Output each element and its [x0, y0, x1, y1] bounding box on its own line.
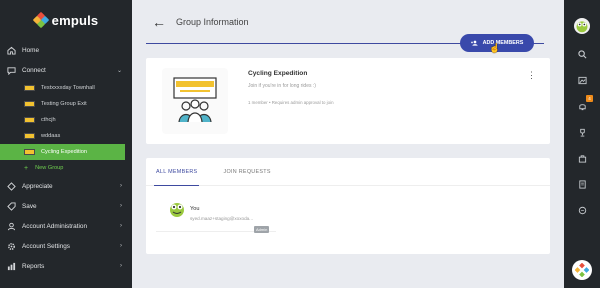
chevron-right-icon: › — [120, 243, 122, 249]
chevron-right-icon: › — [120, 203, 122, 209]
sidebar-item-save[interactable]: Save › — [0, 196, 132, 216]
group-image — [162, 68, 228, 134]
empuls-logo[interactable]: empuls — [32, 11, 99, 29]
reports-icon — [7, 262, 16, 271]
appreciate-icon — [7, 181, 16, 191]
sidebar-group-item[interactable]: Testxxxxday Townhall — [0, 80, 132, 96]
group-description: Join if you're in for long rides :) — [248, 83, 316, 89]
group-thumbnail-icon — [24, 101, 35, 107]
member-count: 1 member — [248, 100, 268, 105]
member-tabs: ALL MEMBERS JOIN REQUESTS — [146, 158, 550, 186]
group-label: wddaas — [41, 133, 61, 139]
sidebar-item-account-administration[interactable]: Account Administration › — [0, 216, 132, 236]
sidebar-item-label: Reports — [22, 262, 45, 270]
sidebar-item-label: Home — [22, 46, 40, 54]
shop-icon[interactable] — [576, 152, 588, 164]
sidebar-item-home[interactable]: Home — [0, 40, 132, 60]
group-thumbnail-icon — [24, 149, 35, 155]
hand-cursor-icon: ☝ — [489, 43, 501, 53]
logo-mark-icon — [32, 11, 49, 29]
group-thumbnail-icon — [24, 85, 35, 91]
gear-icon — [7, 242, 16, 251]
sidebar-item-connect[interactable]: Connect ⌄ — [0, 60, 132, 80]
document-icon[interactable] — [576, 178, 588, 190]
group-meta: 1 member • Requires admin approval to jo… — [248, 100, 334, 105]
group-thumbnail-icon — [24, 117, 35, 123]
left-sidebar: empuls Home Connect ⌄ Testxxxxday Townha… — [0, 0, 132, 288]
chat-icon[interactable] — [576, 204, 588, 216]
sidebar-item-account-settings[interactable]: Account Settings › — [0, 236, 132, 256]
trophy-icon[interactable] — [576, 126, 588, 138]
add-user-icon — [470, 40, 478, 46]
group-label: Testxxxxday Townhall — [41, 85, 95, 91]
sidebar-group-item[interactable]: Testing Group Exit — [0, 96, 132, 112]
save-icon — [7, 201, 16, 211]
more-options-icon[interactable]: ⋮ — [527, 70, 536, 81]
new-group-link[interactable]: + New Group — [0, 160, 132, 176]
sidebar-group-item[interactable]: wddaas — [0, 128, 132, 144]
chevron-right-icon: › — [120, 223, 122, 229]
plus-icon: + — [24, 164, 29, 172]
avatar — [168, 200, 186, 223]
admin-badge: Admin — [254, 226, 270, 233]
sidebar-nav: Home Connect ⌄ Testxxxxday Townhall Test… — [0, 40, 132, 276]
group-label: cthcjh — [41, 117, 56, 123]
chevron-right-icon: › — [120, 263, 122, 269]
approval-requirement: Requires admin approval to join — [271, 100, 334, 105]
connect-icon — [7, 66, 16, 75]
sidebar-item-label: Save — [22, 202, 37, 210]
sidebar-item-label: Account Settings — [22, 242, 70, 250]
brand-name: empuls — [51, 12, 99, 28]
notification-badge: 4 — [586, 95, 593, 102]
app-switcher-icon[interactable] — [572, 260, 592, 280]
members-card: ALL MEMBERS JOIN REQUESTS You syed.maaz+… — [146, 158, 550, 254]
back-arrow-icon[interactable]: ← — [152, 14, 166, 30]
user-avatar[interactable] — [574, 18, 590, 34]
tab-all-members[interactable]: ALL MEMBERS — [153, 158, 200, 186]
user-admin-icon — [7, 222, 16, 231]
group-label: Testing Group Exit — [41, 101, 87, 107]
right-rail: 4 — [564, 0, 600, 288]
sidebar-item-appreciate[interactable]: Appreciate › — [0, 176, 132, 196]
group-thumbnail-icon — [24, 133, 35, 139]
sidebar-group-item-active[interactable]: Cycling Expedition — [0, 144, 125, 160]
group-label: New Group — [35, 165, 64, 171]
home-icon — [7, 46, 16, 55]
sidebar-item-label: Connect — [22, 66, 46, 74]
page-title: Group Information — [176, 16, 249, 27]
group-name: Cycling Expedition — [248, 70, 308, 77]
group-info-card: Cycling Expedition Join if you're in for… — [146, 58, 550, 144]
chevron-down-icon: ⌄ — [116, 67, 122, 74]
search-icon[interactable] — [576, 48, 588, 60]
logo-area: empuls — [0, 0, 132, 40]
sidebar-item-label: Appreciate — [22, 182, 53, 190]
group-label: Cycling Expedition — [41, 149, 88, 155]
sidebar-item-label: Account Administration — [22, 222, 88, 230]
image-icon[interactable] — [576, 74, 588, 86]
bell-icon[interactable]: 4 — [576, 95, 593, 112]
sidebar-item-reports[interactable]: Reports › — [0, 256, 132, 276]
member-name: You — [190, 206, 200, 212]
tab-join-requests[interactable]: JOIN REQUESTS — [223, 158, 270, 185]
member-email: syed.maaz+staging@xoxoda... — [190, 216, 254, 221]
main-content: ← Group Information ADD MEMBERS ☝ Cyclin… — [132, 0, 564, 288]
sidebar-group-item[interactable]: cthcjh — [0, 112, 132, 128]
chevron-right-icon: › — [120, 183, 122, 189]
